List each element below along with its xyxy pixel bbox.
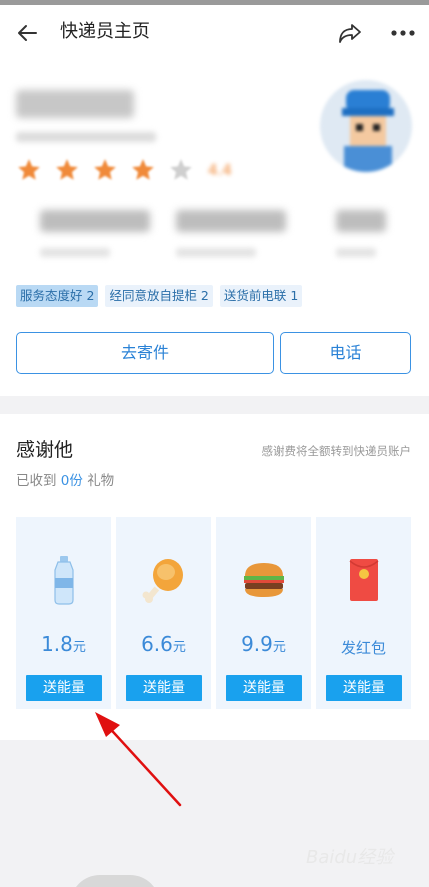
- gift-card-burger[interactable]: 9.9元 送能量: [216, 517, 311, 709]
- send-energy-button[interactable]: 送能量: [326, 675, 402, 701]
- stat-blurred: [176, 210, 286, 257]
- phone-button[interactable]: 电话: [280, 332, 411, 374]
- thanks-title: 感谢他: [16, 439, 74, 461]
- thanks-note: 感谢费将全额转到快递员账户: [261, 444, 412, 458]
- watermark-logo: Baidu经验: [306, 847, 394, 868]
- rating-score: 4.4: [208, 161, 232, 179]
- send-energy-button[interactable]: 送能量: [226, 675, 302, 701]
- courier-profile: 4.4 服务态度好 2 经同意放自提柜 2 送货前电联 1 去寄件 电话: [0, 60, 429, 396]
- gift-price: 1.8元: [41, 632, 86, 656]
- back-arrow-icon[interactable]: [12, 18, 42, 48]
- received-gifts: 已收到 0份 礼物: [16, 473, 115, 489]
- review-tag: 经同意放自提柜 2: [105, 285, 213, 307]
- stat-blurred: [40, 210, 150, 257]
- header: 快递员主页: [0, 5, 429, 60]
- review-tag: 送货前电联 1: [219, 285, 303, 307]
- gift-card-chicken[interactable]: 6.6元 送能量: [116, 517, 211, 709]
- review-tag: 服务态度好 2: [16, 285, 99, 307]
- courier-name-blurred: [16, 90, 134, 118]
- star-icon: [18, 159, 40, 180]
- gift-price: 9.9元: [241, 632, 286, 656]
- star-icon: [132, 159, 154, 180]
- share-icon[interactable]: [335, 18, 365, 48]
- gift-card-red-envelope[interactable]: 发红包 送能量: [316, 517, 411, 709]
- gift-list: 1.8元 送能量 6.6元 送能量 9.9元 送能量 发红包 送能量: [16, 517, 411, 709]
- review-tags: 服务态度好 2 经同意放自提柜 2 送货前电联 1: [16, 285, 309, 307]
- send-energy-button[interactable]: 送能量: [26, 675, 102, 701]
- send-energy-button[interactable]: 送能量: [126, 675, 202, 701]
- more-icon[interactable]: [386, 18, 420, 48]
- red-envelope-label: 发红包: [340, 639, 386, 657]
- thanks-section: 感谢他 感谢费将全额转到快递员账户 已收到 0份 礼物 1.8元 送能量 6.6…: [0, 414, 429, 740]
- red-envelope-icon: [349, 559, 378, 601]
- received-count: 0份: [60, 473, 83, 489]
- star-empty-icon: [170, 159, 192, 180]
- page-title: 快递员主页: [60, 21, 150, 42]
- chicken-leg-icon: [142, 559, 183, 603]
- water-bottle-icon: [53, 556, 74, 605]
- avatar: [320, 80, 412, 172]
- send-package-button[interactable]: 去寄件: [16, 332, 274, 374]
- gift-card-water[interactable]: 1.8元 送能量: [16, 517, 111, 709]
- rating-stars: 4.4: [16, 156, 232, 184]
- stat-blurred: [336, 210, 386, 257]
- star-icon: [94, 159, 116, 180]
- bottom-decoration: [70, 875, 160, 887]
- burger-icon: [243, 563, 284, 597]
- star-icon: [56, 159, 78, 180]
- courier-info-blurred: [16, 132, 156, 142]
- gift-price: 6.6元: [141, 632, 186, 656]
